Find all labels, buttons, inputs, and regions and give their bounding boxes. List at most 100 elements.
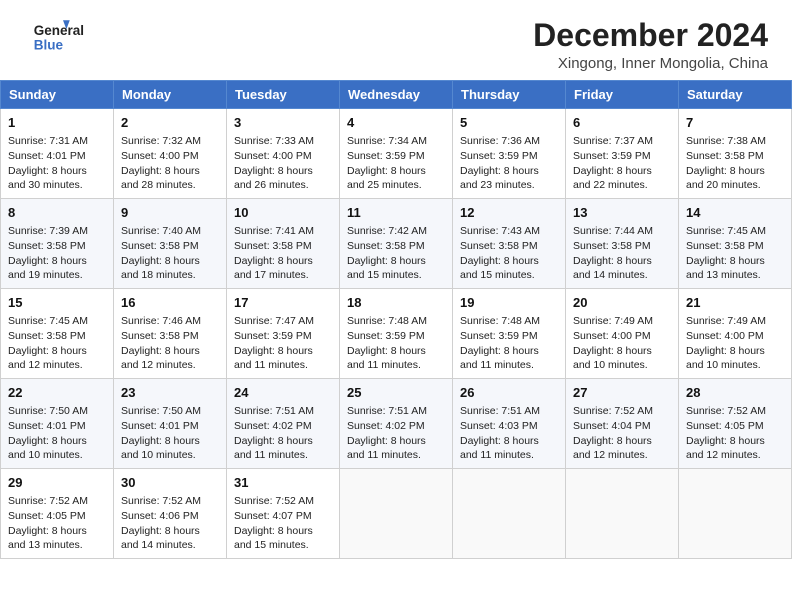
day-info: Sunset: 3:58 PM — [121, 329, 219, 344]
day-info: Sunset: 3:58 PM — [347, 239, 445, 254]
day-info: Sunrise: 7:50 AM — [8, 404, 106, 419]
table-row: 1Sunrise: 7:31 AMSunset: 4:01 PMDaylight… — [1, 109, 114, 199]
day-info: Sunrise: 7:31 AM — [8, 134, 106, 149]
day-info: Daylight: 8 hours — [460, 254, 558, 269]
col-thursday: Thursday — [453, 81, 566, 109]
table-row: 25Sunrise: 7:51 AMSunset: 4:02 PMDayligh… — [340, 379, 453, 469]
day-info: Sunset: 4:01 PM — [8, 419, 106, 434]
table-row: 17Sunrise: 7:47 AMSunset: 3:59 PMDayligh… — [227, 289, 340, 379]
day-number: 9 — [121, 204, 219, 222]
col-sunday: Sunday — [1, 81, 114, 109]
day-info: Sunset: 3:59 PM — [460, 329, 558, 344]
day-info: and 15 minutes. — [234, 538, 332, 553]
day-number: 22 — [8, 384, 106, 402]
day-info: Sunset: 3:58 PM — [686, 239, 784, 254]
day-info: and 11 minutes. — [234, 358, 332, 373]
day-info: and 10 minutes. — [8, 448, 106, 463]
day-info: Daylight: 8 hours — [686, 254, 784, 269]
day-info: and 28 minutes. — [121, 178, 219, 193]
day-info: and 15 minutes. — [460, 268, 558, 283]
day-number: 1 — [8, 114, 106, 132]
day-info: Sunset: 3:59 PM — [460, 149, 558, 164]
day-number: 23 — [121, 384, 219, 402]
table-row: 5Sunrise: 7:36 AMSunset: 3:59 PMDaylight… — [453, 109, 566, 199]
day-info: Daylight: 8 hours — [8, 344, 106, 359]
calendar-wrapper: Sunday Monday Tuesday Wednesday Thursday… — [0, 80, 792, 559]
month-title: December 2024 — [533, 18, 768, 53]
table-row: 8Sunrise: 7:39 AMSunset: 3:58 PMDaylight… — [1, 199, 114, 289]
day-info: Sunset: 4:04 PM — [573, 419, 671, 434]
table-row: 18Sunrise: 7:48 AMSunset: 3:59 PMDayligh… — [340, 289, 453, 379]
day-info: and 22 minutes. — [573, 178, 671, 193]
day-info: Sunrise: 7:36 AM — [460, 134, 558, 149]
calendar-week-row: 22Sunrise: 7:50 AMSunset: 4:01 PMDayligh… — [1, 379, 792, 469]
day-info: Sunrise: 7:48 AM — [460, 314, 558, 329]
day-info: Sunrise: 7:49 AM — [686, 314, 784, 329]
day-info: Daylight: 8 hours — [234, 344, 332, 359]
table-row: 9Sunrise: 7:40 AMSunset: 3:58 PMDaylight… — [114, 199, 227, 289]
table-row — [340, 468, 453, 558]
table-row: 19 Sunrise: 7:48 AMSunset: 3:59 PMDayligh… — [453, 289, 566, 379]
day-number: 17 — [234, 294, 332, 312]
day-info: Sunset: 4:00 PM — [121, 149, 219, 164]
day-number: 7 — [686, 114, 784, 132]
day-info: and 15 minutes. — [347, 268, 445, 283]
day-info: Daylight: 8 hours — [8, 254, 106, 269]
col-saturday: Saturday — [679, 81, 792, 109]
day-number: 15 — [8, 294, 106, 312]
day-info: Sunset: 3:58 PM — [234, 239, 332, 254]
day-info: Sunrise: 7:41 AM — [234, 224, 332, 239]
logo: GeneralBlue General Blue — [24, 18, 84, 54]
table-row: 15Sunrise: 7:45 AMSunset: 3:58 PMDayligh… — [1, 289, 114, 379]
day-info: Sunset: 3:58 PM — [121, 239, 219, 254]
day-info: Daylight: 8 hours — [686, 164, 784, 179]
table-row: 3Sunrise: 7:33 AMSunset: 4:00 PMDaylight… — [227, 109, 340, 199]
day-info: Daylight: 8 hours — [234, 524, 332, 539]
day-info: Sunset: 4:02 PM — [234, 419, 332, 434]
table-row: 16Sunrise: 7:46 AMSunset: 3:58 PMDayligh… — [114, 289, 227, 379]
day-info: Sunrise: 7:46 AM — [121, 314, 219, 329]
day-info: Daylight: 8 hours — [8, 434, 106, 449]
day-info: Sunrise: 7:45 AM — [686, 224, 784, 239]
day-info: Sunrise: 7:51 AM — [460, 404, 558, 419]
page-header: GeneralBlue General Blue December 2024 X… — [0, 0, 792, 80]
table-row — [453, 468, 566, 558]
day-info: Sunrise: 7:49 AM — [573, 314, 671, 329]
table-row — [566, 468, 679, 558]
table-row: 12Sunrise: 7:43 AMSunset: 3:58 PMDayligh… — [453, 199, 566, 289]
day-info: and 12 minutes. — [121, 358, 219, 373]
table-row: 30Sunrise: 7:52 AMSunset: 4:06 PMDayligh… — [114, 468, 227, 558]
day-info: and 20 minutes. — [686, 178, 784, 193]
calendar-week-row: 8Sunrise: 7:39 AMSunset: 3:58 PMDaylight… — [1, 199, 792, 289]
day-info: and 11 minutes. — [347, 358, 445, 373]
day-info: Sunset: 3:59 PM — [347, 329, 445, 344]
day-number: 27 — [573, 384, 671, 402]
day-info: and 23 minutes. — [460, 178, 558, 193]
day-info: Daylight: 8 hours — [460, 344, 558, 359]
day-info: Sunrise: 7:37 AM — [573, 134, 671, 149]
day-number: 13 — [573, 204, 671, 222]
day-number: 31 — [234, 474, 332, 492]
day-number: 14 — [686, 204, 784, 222]
day-info: Sunset: 3:59 PM — [573, 149, 671, 164]
day-info: Sunset: 4:00 PM — [686, 329, 784, 344]
table-row: 22 Sunrise: 7:50 AMSunset: 4:01 PMDayligh… — [1, 379, 114, 469]
day-info: Sunset: 3:58 PM — [686, 149, 784, 164]
day-info: Daylight: 8 hours — [460, 434, 558, 449]
day-info: Sunrise: 7:47 AM — [234, 314, 332, 329]
calendar-week-row: 15Sunrise: 7:45 AMSunset: 3:58 PMDayligh… — [1, 289, 792, 379]
day-info: Sunrise: 7:43 AM — [460, 224, 558, 239]
day-number: 4 — [347, 114, 445, 132]
table-row: 4Sunrise: 7:34 AMSunset: 3:59 PMDaylight… — [340, 109, 453, 199]
day-info: Daylight: 8 hours — [686, 344, 784, 359]
table-row: 28Sunrise: 7:52 AMSunset: 4:05 PMDayligh… — [679, 379, 792, 469]
day-info: and 12 minutes. — [573, 448, 671, 463]
day-info: Sunset: 4:01 PM — [121, 419, 219, 434]
table-row: 14 Sunrise: 7:45 AMSunset: 3:58 PMDayligh… — [679, 199, 792, 289]
day-number: 19 — [460, 294, 558, 312]
day-info: Daylight: 8 hours — [347, 254, 445, 269]
day-number: 11 — [347, 204, 445, 222]
table-row: 23Sunrise: 7:50 AMSunset: 4:01 PMDayligh… — [114, 379, 227, 469]
day-info: Sunset: 4:00 PM — [573, 329, 671, 344]
table-row: 2Sunrise: 7:32 AMSunset: 4:00 PMDaylight… — [114, 109, 227, 199]
